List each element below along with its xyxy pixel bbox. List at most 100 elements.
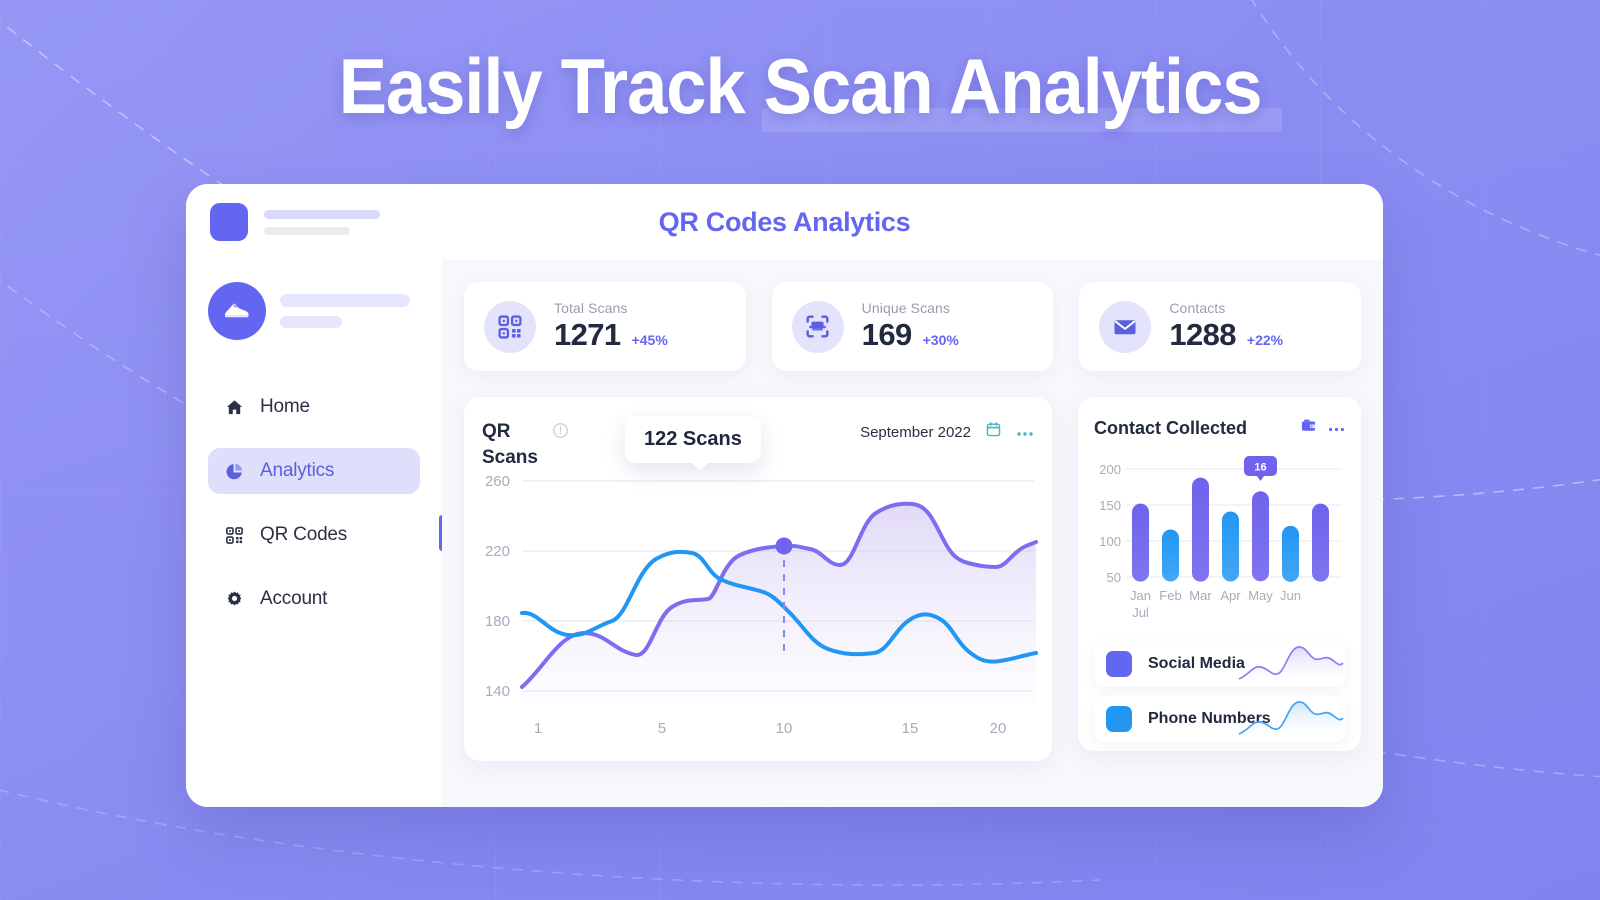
svg-text:15: 15 bbox=[902, 720, 919, 737]
bar-may bbox=[1252, 491, 1269, 582]
sneaker-icon bbox=[225, 303, 249, 318]
sidebar-item-label: Analytics bbox=[260, 460, 335, 481]
bars bbox=[1132, 477, 1329, 582]
sparkline-blue-icon bbox=[1238, 701, 1344, 742]
svg-text:260: 260 bbox=[485, 473, 510, 490]
sidebar-nav: Home Analytics QR Codes Account bbox=[186, 384, 442, 622]
sidebar: Home Analytics QR Codes Account bbox=[186, 260, 445, 807]
sidebar-item-label: QR Codes bbox=[260, 524, 348, 545]
y-axis-labels: 260 220 180 140 bbox=[485, 473, 510, 700]
logo-line-secondary bbox=[264, 226, 350, 235]
bar-apr bbox=[1222, 511, 1239, 582]
y-axis-labels: 200 150 100 50 bbox=[1099, 462, 1121, 585]
svg-text:220: 220 bbox=[485, 543, 510, 560]
svg-text:Mar: Mar bbox=[1189, 588, 1212, 603]
svg-text:20: 20 bbox=[990, 720, 1007, 737]
qr-scans-line-chart: 260 220 180 140 1 5 10 15 20 bbox=[485, 473, 1038, 737]
stat-label: Unique Scans bbox=[861, 300, 951, 316]
bar-jul bbox=[1312, 503, 1329, 582]
svg-text:140: 140 bbox=[485, 683, 510, 700]
bar-feb bbox=[1162, 529, 1179, 582]
contact-collected-header: Contact Collected bbox=[1094, 417, 1345, 439]
svg-text:150: 150 bbox=[1099, 498, 1121, 513]
app-window: QR Codes Analytics Home Analytics QR Cod… bbox=[186, 184, 1383, 807]
chart-tooltip: 122 Scans bbox=[625, 416, 761, 471]
more-horizontal-icon[interactable] bbox=[1328, 419, 1345, 437]
bar-jan bbox=[1132, 503, 1149, 582]
avatar bbox=[208, 282, 266, 340]
envelope-icon bbox=[1099, 300, 1152, 353]
svg-text:Jul: Jul bbox=[1132, 605, 1149, 620]
stat-card-total-scans[interactable]: Total Scans 1271 +45% bbox=[464, 282, 746, 371]
svg-text:100: 100 bbox=[1099, 534, 1121, 549]
svg-text:5: 5 bbox=[658, 720, 666, 737]
profile-line-secondary bbox=[280, 316, 342, 328]
profile-block[interactable] bbox=[186, 282, 442, 340]
svg-text:Jan: Jan bbox=[1130, 588, 1151, 603]
stat-value: 169 bbox=[861, 317, 913, 352]
svg-text:May: May bbox=[1248, 588, 1273, 603]
logo-line-primary bbox=[264, 209, 380, 219]
x-axis-labels: Jan Feb Mar Apr May Jun Jul bbox=[1130, 588, 1301, 620]
marker-dot bbox=[775, 537, 793, 555]
legend-item-phone-numbers[interactable]: Phone Numbers bbox=[1094, 696, 1345, 742]
sidebar-item-home[interactable]: Home bbox=[208, 384, 420, 430]
svg-text:50: 50 bbox=[1107, 570, 1121, 585]
stat-label: Contacts bbox=[1169, 300, 1226, 316]
svg-text:200: 200 bbox=[1099, 462, 1121, 477]
pie-chart-icon bbox=[224, 461, 244, 481]
main-content: Total Scans 1271 +45% Unique Scans 169 +… bbox=[442, 260, 1383, 807]
panels-row: QR Scans September 2022 122 Scans 260 22… bbox=[464, 397, 1361, 761]
wallet-icon[interactable] bbox=[1300, 417, 1317, 439]
qr-scans-panel: QR Scans September 2022 122 Scans 260 22… bbox=[464, 397, 1052, 761]
qr-scans-title-line1: QR bbox=[482, 421, 511, 442]
svg-text:180: 180 bbox=[485, 613, 510, 630]
legend-item-social-media[interactable]: Social Media bbox=[1094, 641, 1345, 687]
calendar-icon[interactable] bbox=[985, 421, 1002, 443]
svg-text:10: 10 bbox=[776, 720, 793, 737]
sparkline-purple-icon bbox=[1238, 646, 1344, 687]
stat-card-unique-scans[interactable]: Unique Scans 169 +30% bbox=[771, 282, 1054, 371]
scan-icon bbox=[791, 300, 844, 353]
bar-mar bbox=[1192, 477, 1209, 582]
sidebar-item-account[interactable]: Account bbox=[208, 576, 420, 622]
stat-label: Total Scans bbox=[554, 300, 628, 316]
svg-text:1: 1 bbox=[534, 720, 542, 737]
logo-placeholder-lines bbox=[264, 209, 380, 235]
app-logo[interactable] bbox=[186, 203, 380, 241]
stat-value: 1288 bbox=[1169, 317, 1236, 352]
x-axis-labels: 1 5 10 15 20 bbox=[534, 720, 1007, 737]
stat-delta: +22% bbox=[1246, 332, 1284, 348]
sidebar-item-analytics[interactable]: Analytics bbox=[208, 448, 420, 494]
stat-delta: +30% bbox=[922, 332, 959, 348]
contact-collected-title: Contact Collected bbox=[1094, 417, 1248, 438]
svg-text:Apr: Apr bbox=[1220, 588, 1241, 603]
profile-line-primary bbox=[280, 294, 410, 307]
legend-swatch bbox=[1106, 706, 1132, 732]
stat-delta: +45% bbox=[631, 332, 668, 348]
bar-jun bbox=[1282, 525, 1299, 582]
hero-title: Easily Track Scan Analytics bbox=[338, 42, 1263, 130]
sidebar-item-label: Home bbox=[260, 396, 310, 417]
svg-text:Feb: Feb bbox=[1159, 588, 1181, 603]
info-circle-icon[interactable] bbox=[552, 422, 569, 444]
sidebar-item-qr-codes[interactable]: QR Codes bbox=[208, 512, 420, 558]
stat-value: 1271 bbox=[554, 317, 621, 352]
stat-card-contacts[interactable]: Contacts 1288 +22% bbox=[1079, 282, 1362, 371]
home-icon bbox=[224, 397, 244, 417]
app-topbar: QR Codes Analytics bbox=[186, 184, 1383, 260]
svg-text:Jun: Jun bbox=[1280, 588, 1301, 603]
contact-collected-bar-chart: 200 150 100 50 16 Jan Feb Mar Apr May Ju… bbox=[1099, 456, 1342, 620]
logo-square-icon bbox=[210, 203, 248, 241]
profile-placeholder-lines bbox=[280, 294, 410, 328]
more-horizontal-icon[interactable] bbox=[1016, 428, 1034, 437]
gear-icon bbox=[224, 589, 244, 609]
bar-tooltip: 16 bbox=[1244, 456, 1277, 481]
sidebar-item-label: Account bbox=[260, 588, 328, 609]
legend-label: Social Media bbox=[1148, 655, 1245, 672]
qr-code-icon bbox=[484, 300, 536, 353]
stats-row: Total Scans 1271 +45% Unique Scans 169 +… bbox=[464, 282, 1362, 371]
qr-code-icon bbox=[224, 525, 244, 545]
bar-tooltip-label: 16 bbox=[1254, 462, 1266, 474]
date-range-label: September 2022 bbox=[860, 423, 971, 441]
